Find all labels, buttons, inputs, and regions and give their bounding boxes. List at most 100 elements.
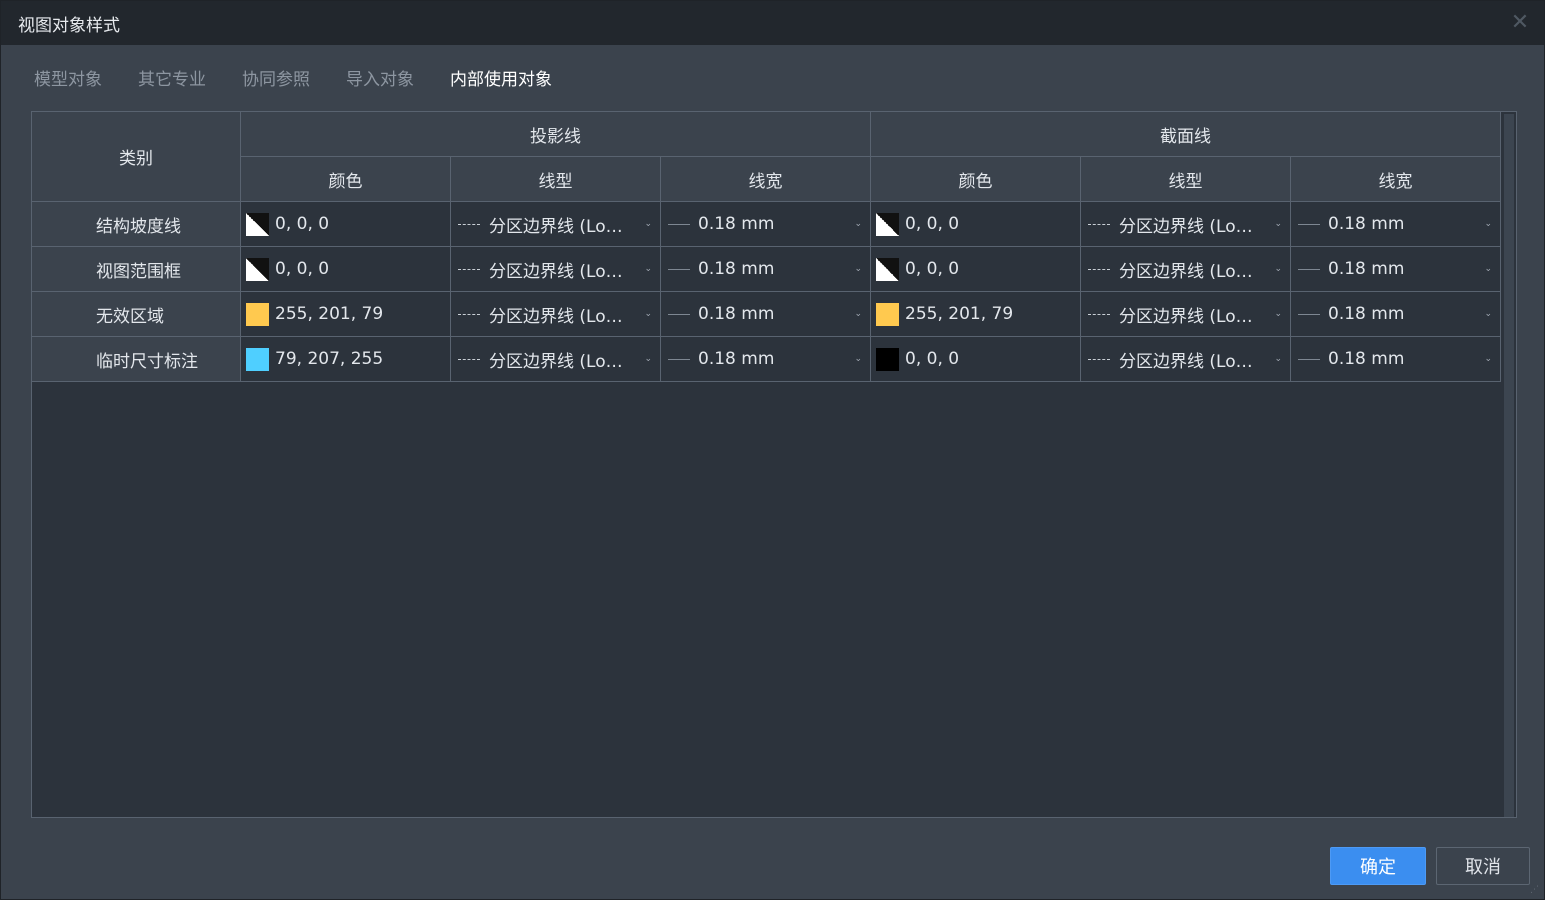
- dashed-line-icon: [1088, 358, 1110, 360]
- cancel-button[interactable]: 取消: [1436, 847, 1530, 885]
- linetype-dropdown[interactable]: 分区边界线 (Lo… ⌄: [451, 292, 661, 337]
- linewidth-dropdown[interactable]: 0.18 mm ⌄: [1291, 292, 1501, 337]
- header-linetype-label: 线型: [1168, 171, 1203, 192]
- tab-model-objects[interactable]: 模型对象: [34, 67, 102, 95]
- linewidth-dropdown[interactable]: 0.18 mm ⌄: [661, 337, 871, 382]
- solid-line-icon: [668, 268, 690, 270]
- solid-line-icon: [1298, 223, 1320, 225]
- color-swatch[interactable]: [876, 347, 899, 371]
- linetype-value: 分区边界线 (Lo…: [1119, 216, 1253, 237]
- solid-line-icon: [668, 223, 690, 225]
- linetype-dropdown[interactable]: 分区边界线 (Lo… ⌄: [1081, 202, 1291, 247]
- dashed-line-icon: [458, 358, 480, 360]
- resize-grip-icon[interactable]: ⋰: [1530, 885, 1540, 895]
- close-icon[interactable]: ✕: [1508, 11, 1532, 35]
- linewidth-dropdown[interactable]: 0.18 mm ⌄: [1291, 247, 1501, 292]
- linewidth-dropdown[interactable]: 0.18 mm ⌄: [1291, 337, 1501, 382]
- color-cell[interactable]: 0, 0, 0: [241, 247, 451, 292]
- chevron-down-icon[interactable]: ⌄: [1274, 309, 1282, 319]
- chevron-down-icon[interactable]: ⌄: [1484, 264, 1492, 274]
- header-section-label: 截面线: [1160, 126, 1211, 147]
- color-value: 79, 207, 255: [275, 349, 384, 369]
- vertical-scrollbar[interactable]: [1504, 114, 1514, 817]
- linetype-dropdown[interactable]: 分区边界线 (Lo… ⌄: [1081, 337, 1291, 382]
- chevron-down-icon[interactable]: ⌄: [854, 264, 862, 274]
- linetype-dropdown[interactable]: 分区边界线 (Lo… ⌄: [451, 337, 661, 382]
- linewidth-value: 0.18 mm: [1328, 304, 1405, 324]
- chevron-down-icon[interactable]: ⌄: [1274, 219, 1282, 229]
- header-linetype: 线型: [1081, 157, 1291, 202]
- header-category: 类别: [32, 112, 241, 202]
- ok-button[interactable]: 确定: [1330, 847, 1426, 885]
- color-swatch[interactable]: [246, 257, 269, 281]
- color-swatch[interactable]: [876, 302, 899, 326]
- color-cell[interactable]: 79, 207, 255: [241, 337, 451, 382]
- color-cell[interactable]: 0, 0, 0: [871, 247, 1081, 292]
- linewidth-dropdown[interactable]: 0.18 mm ⌄: [1291, 202, 1501, 247]
- color-cell[interactable]: 255, 201, 79: [871, 292, 1081, 337]
- row-category: 无效区域: [32, 292, 241, 337]
- header-linetype-label: 线型: [538, 171, 573, 192]
- linewidth-value: 0.18 mm: [698, 349, 775, 369]
- dashed-line-icon: [458, 223, 480, 225]
- chevron-down-icon[interactable]: ⌄: [854, 219, 862, 229]
- header-linewidth-label: 线宽: [748, 171, 783, 192]
- chevron-down-icon[interactable]: ⌄: [854, 309, 862, 319]
- category-label: 临时尺寸标注: [96, 351, 198, 372]
- linetype-value: 分区边界线 (Lo…: [1119, 261, 1253, 282]
- tab-collab-reference[interactable]: 协同参照: [242, 67, 310, 95]
- linewidth-value: 0.18 mm: [1328, 259, 1405, 279]
- linetype-dropdown[interactable]: 分区边界线 (Lo… ⌄: [451, 247, 661, 292]
- header-color-label: 颜色: [958, 171, 993, 192]
- color-swatch[interactable]: [246, 302, 269, 326]
- linewidth-value: 0.18 mm: [1328, 349, 1405, 369]
- title-bar[interactable]: 视图对象样式 ✕: [1, 1, 1544, 45]
- color-cell[interactable]: 0, 0, 0: [871, 202, 1081, 247]
- tab-bar: 模型对象 其它专业 协同参照 导入对象 内部使用对象: [34, 67, 588, 95]
- color-swatch[interactable]: [876, 212, 899, 236]
- linetype-value: 分区边界线 (Lo…: [1119, 351, 1253, 372]
- linewidth-dropdown[interactable]: 0.18 mm ⌄: [661, 202, 871, 247]
- color-cell[interactable]: 0, 0, 0: [871, 337, 1081, 382]
- linewidth-dropdown[interactable]: 0.18 mm ⌄: [661, 247, 871, 292]
- color-swatch[interactable]: [246, 212, 269, 236]
- color-value: 0, 0, 0: [905, 259, 960, 279]
- header-color: 颜色: [871, 157, 1081, 202]
- dashed-line-icon: [1088, 223, 1110, 225]
- color-value: 255, 201, 79: [275, 304, 384, 324]
- solid-line-icon: [1298, 313, 1320, 315]
- solid-line-icon: [668, 358, 690, 360]
- linetype-value: 分区边界线 (Lo…: [489, 351, 623, 372]
- linewidth-value: 0.18 mm: [1328, 214, 1405, 234]
- color-cell[interactable]: 0, 0, 0: [241, 202, 451, 247]
- chevron-down-icon[interactable]: ⌄: [854, 354, 862, 364]
- linetype-value: 分区边界线 (Lo…: [489, 261, 623, 282]
- chevron-down-icon[interactable]: ⌄: [644, 264, 652, 274]
- chevron-down-icon[interactable]: ⌄: [1484, 309, 1492, 319]
- color-cell[interactable]: 255, 201, 79: [241, 292, 451, 337]
- color-value: 0, 0, 0: [905, 214, 960, 234]
- linetype-dropdown[interactable]: 分区边界线 (Lo… ⌄: [1081, 292, 1291, 337]
- category-label: 结构坡度线: [96, 216, 181, 237]
- chevron-down-icon[interactable]: ⌄: [644, 354, 652, 364]
- tab-other-disciplines[interactable]: 其它专业: [138, 67, 206, 95]
- chevron-down-icon[interactable]: ⌄: [644, 309, 652, 319]
- linetype-dropdown[interactable]: 分区边界线 (Lo… ⌄: [1081, 247, 1291, 292]
- chevron-down-icon[interactable]: ⌄: [1274, 354, 1282, 364]
- object-style-table: 类别 投影线 截面线 颜色 线型 线宽 颜色 线型 线宽 结构坡度线 0, 0, 0 分区边界线 (L…: [31, 111, 1517, 818]
- chevron-down-icon[interactable]: ⌄: [1274, 264, 1282, 274]
- color-swatch[interactable]: [876, 257, 899, 281]
- chevron-down-icon[interactable]: ⌄: [1484, 354, 1492, 364]
- header-projection: 投影线: [241, 112, 871, 157]
- linewidth-dropdown[interactable]: 0.18 mm ⌄: [661, 292, 871, 337]
- row-category: 视图范围框: [32, 247, 241, 292]
- color-swatch[interactable]: [246, 347, 269, 371]
- tab-internal-objects[interactable]: 内部使用对象: [450, 67, 552, 95]
- tab-imported-objects[interactable]: 导入对象: [346, 67, 414, 95]
- header-section: 截面线: [871, 112, 1501, 157]
- chevron-down-icon[interactable]: ⌄: [1484, 219, 1492, 229]
- linetype-dropdown[interactable]: 分区边界线 (Lo… ⌄: [451, 202, 661, 247]
- chevron-down-icon[interactable]: ⌄: [644, 219, 652, 229]
- dashed-line-icon: [458, 268, 480, 270]
- color-value: 0, 0, 0: [905, 349, 960, 369]
